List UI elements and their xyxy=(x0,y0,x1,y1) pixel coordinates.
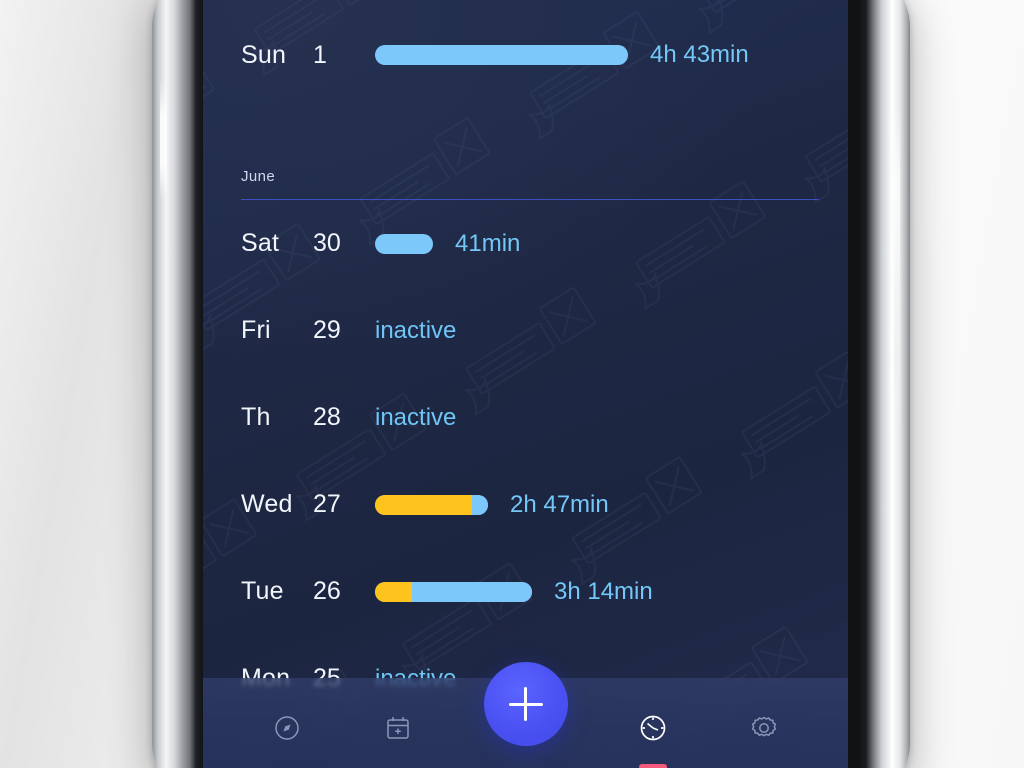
activity-list: Sun 1 4h 43min June Sat 30 41min Fri 29 … xyxy=(203,0,848,722)
bottom-navigation-bar xyxy=(203,662,848,768)
plus-icon-vertical xyxy=(524,687,527,721)
month-label: June xyxy=(241,168,276,185)
row-duration-label: 4h 43min xyxy=(650,41,749,68)
add-activity-fab[interactable] xyxy=(483,662,568,746)
bar-segment-yellow xyxy=(375,581,412,602)
activity-row[interactable]: Wed 27 2h 47min xyxy=(203,461,848,548)
compass-icon xyxy=(272,713,302,743)
activity-row[interactable]: Th 28 inactive xyxy=(203,374,848,461)
nav-item-calendar[interactable] xyxy=(366,702,430,754)
bar-segment-blue xyxy=(375,45,628,65)
activity-row[interactable]: Sat 30 41min xyxy=(203,200,848,287)
row-duration-bar xyxy=(375,233,433,254)
bar-segment-blue xyxy=(472,494,488,515)
row-day-name: Sat xyxy=(241,229,280,257)
activity-row[interactable]: Fri 29 inactive xyxy=(203,287,848,374)
row-duration-bar xyxy=(375,45,628,65)
row-duration-bar xyxy=(375,494,488,515)
row-date: 28 xyxy=(313,403,341,431)
row-date: 29 xyxy=(313,316,341,344)
row-duration-label: 2h 47min xyxy=(510,490,609,518)
row-day-name: Fri xyxy=(241,316,271,344)
row-inactive-label: inactive xyxy=(375,316,457,344)
month-separator: June xyxy=(203,110,848,200)
nav-item-settings[interactable] xyxy=(732,702,796,754)
row-duration-bar xyxy=(375,581,532,602)
phone-screen: Sun 1 4h 43min June Sat 30 41min Fri 29 … xyxy=(203,0,848,768)
bar-segment-blue xyxy=(412,581,532,602)
row-day-name: Wed xyxy=(241,490,293,518)
nav-item-compass[interactable] xyxy=(255,702,319,754)
row-date: 30 xyxy=(313,229,341,257)
studio-backdrop: Sun 1 4h 43min June Sat 30 41min Fri 29 … xyxy=(0,0,1024,768)
clock-icon xyxy=(637,712,669,744)
gear-icon xyxy=(749,713,779,743)
row-day-name: Sun xyxy=(241,40,287,69)
row-date: 26 xyxy=(313,577,341,605)
bar-segment-blue xyxy=(375,233,433,254)
activity-row[interactable]: Tue 26 3h 14min xyxy=(203,548,848,635)
row-duration-label: 41min xyxy=(455,229,521,257)
row-date: 1 xyxy=(313,40,327,69)
active-tab-indicator xyxy=(638,764,667,768)
calendar-add-icon xyxy=(383,713,413,743)
row-day-name: Tue xyxy=(241,577,284,605)
nav-item-history[interactable] xyxy=(621,702,685,768)
bar-segment-yellow xyxy=(375,494,472,515)
row-duration-label: 3h 14min xyxy=(554,577,653,605)
row-date: 27 xyxy=(313,490,341,518)
row-day-name: Th xyxy=(241,403,271,431)
row-inactive-label: inactive xyxy=(375,403,457,431)
activity-row[interactable]: Sun 1 4h 43min xyxy=(203,0,848,110)
